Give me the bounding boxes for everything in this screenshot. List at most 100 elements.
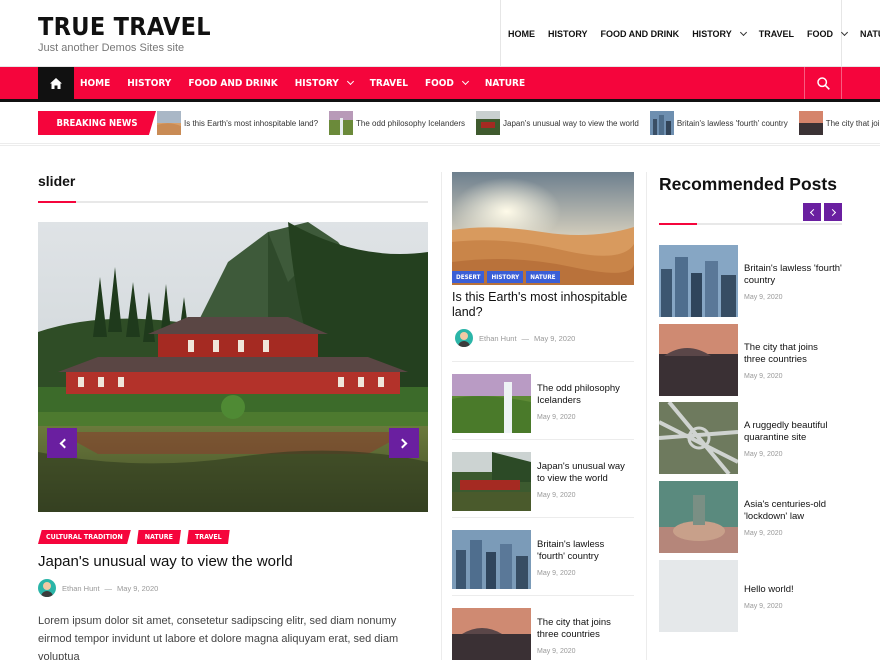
post-date[interactable]: May 9, 2020 xyxy=(744,530,783,537)
top-nav-food-dropdown[interactable]: FOOD xyxy=(807,28,849,39)
nav-travel[interactable]: TRAVEL xyxy=(370,78,408,89)
temple-photo xyxy=(38,222,428,512)
post-date[interactable]: May 9, 2020 xyxy=(534,334,575,343)
post-date[interactable]: May 9, 2020 xyxy=(537,570,576,577)
post-title[interactable]: Hello world! xyxy=(744,584,842,596)
list-item: Britain's lawless 'fourth' country May 9… xyxy=(659,245,842,324)
site-header: TRUE TRAVEL Just another Demos Sites sit… xyxy=(0,0,880,67)
desert-photo xyxy=(452,172,634,285)
post-date[interactable]: May 9, 2020 xyxy=(744,603,783,610)
recommended-next-button[interactable] xyxy=(824,203,842,221)
column-divider xyxy=(441,172,442,660)
tag-cultural-tradition[interactable]: CULTURAL TRADITION xyxy=(38,530,131,544)
home-icon xyxy=(50,77,62,89)
avatar[interactable] xyxy=(38,579,56,597)
nav-food-and-drink[interactable]: FOOD AND DRINK xyxy=(188,78,277,89)
recommended-prev-button[interactable] xyxy=(803,203,821,221)
chevron-right-icon xyxy=(828,208,836,216)
post-thumbnail[interactable] xyxy=(452,530,531,589)
slider-prev-button[interactable] xyxy=(47,428,77,458)
ticker-item-text: The city that joins three countries xyxy=(825,118,880,128)
chevron-left-icon xyxy=(59,438,69,448)
ticker-item[interactable]: Japan's unusual way to view the world xyxy=(476,111,639,135)
top-nav-label: FOOD AND DRINK xyxy=(600,28,680,39)
slider-next-button[interactable] xyxy=(389,428,419,458)
search-button[interactable] xyxy=(804,67,842,99)
top-nav-label: FOOD xyxy=(807,28,834,39)
nav-history-dropdown[interactable]: HISTORY xyxy=(295,78,354,89)
post-date[interactable]: May 9, 2020 xyxy=(744,373,783,380)
post-thumbnail[interactable] xyxy=(659,402,738,475)
site-title[interactable]: TRUE TRAVEL xyxy=(38,12,211,41)
feature-image[interactable] xyxy=(452,172,634,285)
slide-tags: CULTURAL TRADITION NATURE TRAVEL xyxy=(38,530,230,544)
top-nav-history[interactable]: HISTORY xyxy=(548,29,588,39)
top-nav-travel[interactable]: TRAVEL xyxy=(759,29,794,39)
nav-history[interactable]: HISTORY xyxy=(127,78,171,89)
slide-meta: Ethan Hunt — May 9, 2020 xyxy=(38,579,158,597)
chevron-right-icon xyxy=(397,438,407,448)
post-thumbnail-placeholder[interactable] xyxy=(659,559,738,632)
post-title[interactable]: Britain's lawless 'fourth' country xyxy=(537,539,634,563)
recommended-heading: Recommended Posts xyxy=(659,174,837,194)
post-title[interactable]: A ruggedly beautiful quarantine site xyxy=(744,420,842,444)
ticker-item[interactable]: Britain's lawless 'fourth' country xyxy=(649,111,788,135)
list-item: Hello world! May 9, 2020 xyxy=(659,559,842,639)
nav-label: NATURE xyxy=(484,77,526,89)
tag-travel[interactable]: TRAVEL xyxy=(186,530,230,544)
ticker-item[interactable]: The city that joins three countries xyxy=(798,111,880,135)
slide-excerpt: Lorem ipsum dolor sit amet, consetetur s… xyxy=(38,615,399,660)
nav-home[interactable]: HOME xyxy=(80,78,110,89)
ticker-item-text: The odd philosophy Icelanders xyxy=(356,118,466,128)
ticker-item[interactable]: The odd philosophy Icelanders xyxy=(329,111,465,135)
post-thumbnail[interactable] xyxy=(452,608,531,660)
feature-title[interactable]: Is this Earth's most inhospitable land? xyxy=(452,290,636,320)
author-name[interactable]: Ethan Hunt xyxy=(62,584,100,593)
tag-desert[interactable]: DESERT xyxy=(452,271,485,283)
top-nav-nature[interactable]: NATURE xyxy=(860,29,880,39)
post-title[interactable]: The city that joins three countries xyxy=(537,617,634,641)
post-thumbnail[interactable] xyxy=(452,374,531,433)
nav-food-dropdown[interactable]: FOOD xyxy=(424,77,469,89)
meta-separator: — xyxy=(104,583,113,593)
slide-image[interactable] xyxy=(38,222,428,512)
post-title[interactable]: Asia's centuries-old 'lockdown' law xyxy=(744,499,842,523)
post-date[interactable]: May 9, 2020 xyxy=(537,492,576,499)
feature-tags: DESERT HISTORY NATURE xyxy=(452,271,560,283)
home-button[interactable] xyxy=(38,67,74,99)
meta-separator: — xyxy=(521,333,530,343)
post-thumbnail[interactable] xyxy=(659,323,738,396)
post-title[interactable]: The odd philosophy Icelanders xyxy=(537,383,634,407)
author-name[interactable]: Ethan Hunt xyxy=(479,334,517,343)
post-thumbnail[interactable] xyxy=(452,452,531,511)
post-title[interactable]: Britain's lawless 'fourth' country xyxy=(744,263,842,287)
nav-label: TRAVEL xyxy=(369,77,408,89)
post-date[interactable]: May 9, 2020 xyxy=(744,294,783,301)
top-nav-history-dropdown[interactable]: HISTORY xyxy=(692,28,747,39)
post-thumbnail[interactable] xyxy=(659,245,738,317)
search-icon xyxy=(816,76,830,90)
post-date[interactable]: May 9, 2020 xyxy=(537,648,576,655)
post-title[interactable]: The city that joins three countries xyxy=(744,342,842,366)
nav-nature[interactable]: NATURE xyxy=(485,78,525,89)
column-divider xyxy=(646,172,647,660)
list-item: Britain's lawless 'fourth' country May 9… xyxy=(452,517,634,595)
top-nav-home[interactable]: HOME xyxy=(508,29,535,39)
list-item: The odd philosophy Icelanders May 9, 202… xyxy=(452,361,634,439)
list-item: A ruggedly beautiful quarantine site May… xyxy=(659,402,842,481)
post-date[interactable]: May 9, 2020 xyxy=(117,584,158,593)
post-date[interactable]: May 9, 2020 xyxy=(537,414,576,421)
tag-history[interactable]: HISTORY xyxy=(487,271,524,283)
ticker-item[interactable]: Is this Earth's most inhospitable land? xyxy=(157,111,318,135)
post-date[interactable]: May 9, 2020 xyxy=(744,451,783,458)
slide-title[interactable]: Japan's unusual way to view the world xyxy=(38,553,293,570)
avatar[interactable] xyxy=(455,329,473,347)
tag-nature[interactable]: NATURE xyxy=(526,271,560,283)
ticker-item-text: Britain's lawless 'fourth' country xyxy=(676,118,788,128)
slider-heading: slider xyxy=(38,173,76,189)
nav-label: FOOD xyxy=(424,77,454,89)
top-nav-food-and-drink[interactable]: FOOD AND DRINK xyxy=(601,29,680,39)
post-title[interactable]: Japan's unusual way to view the world xyxy=(537,461,634,485)
tag-nature[interactable]: NATURE xyxy=(136,530,181,544)
post-thumbnail[interactable] xyxy=(659,481,738,554)
